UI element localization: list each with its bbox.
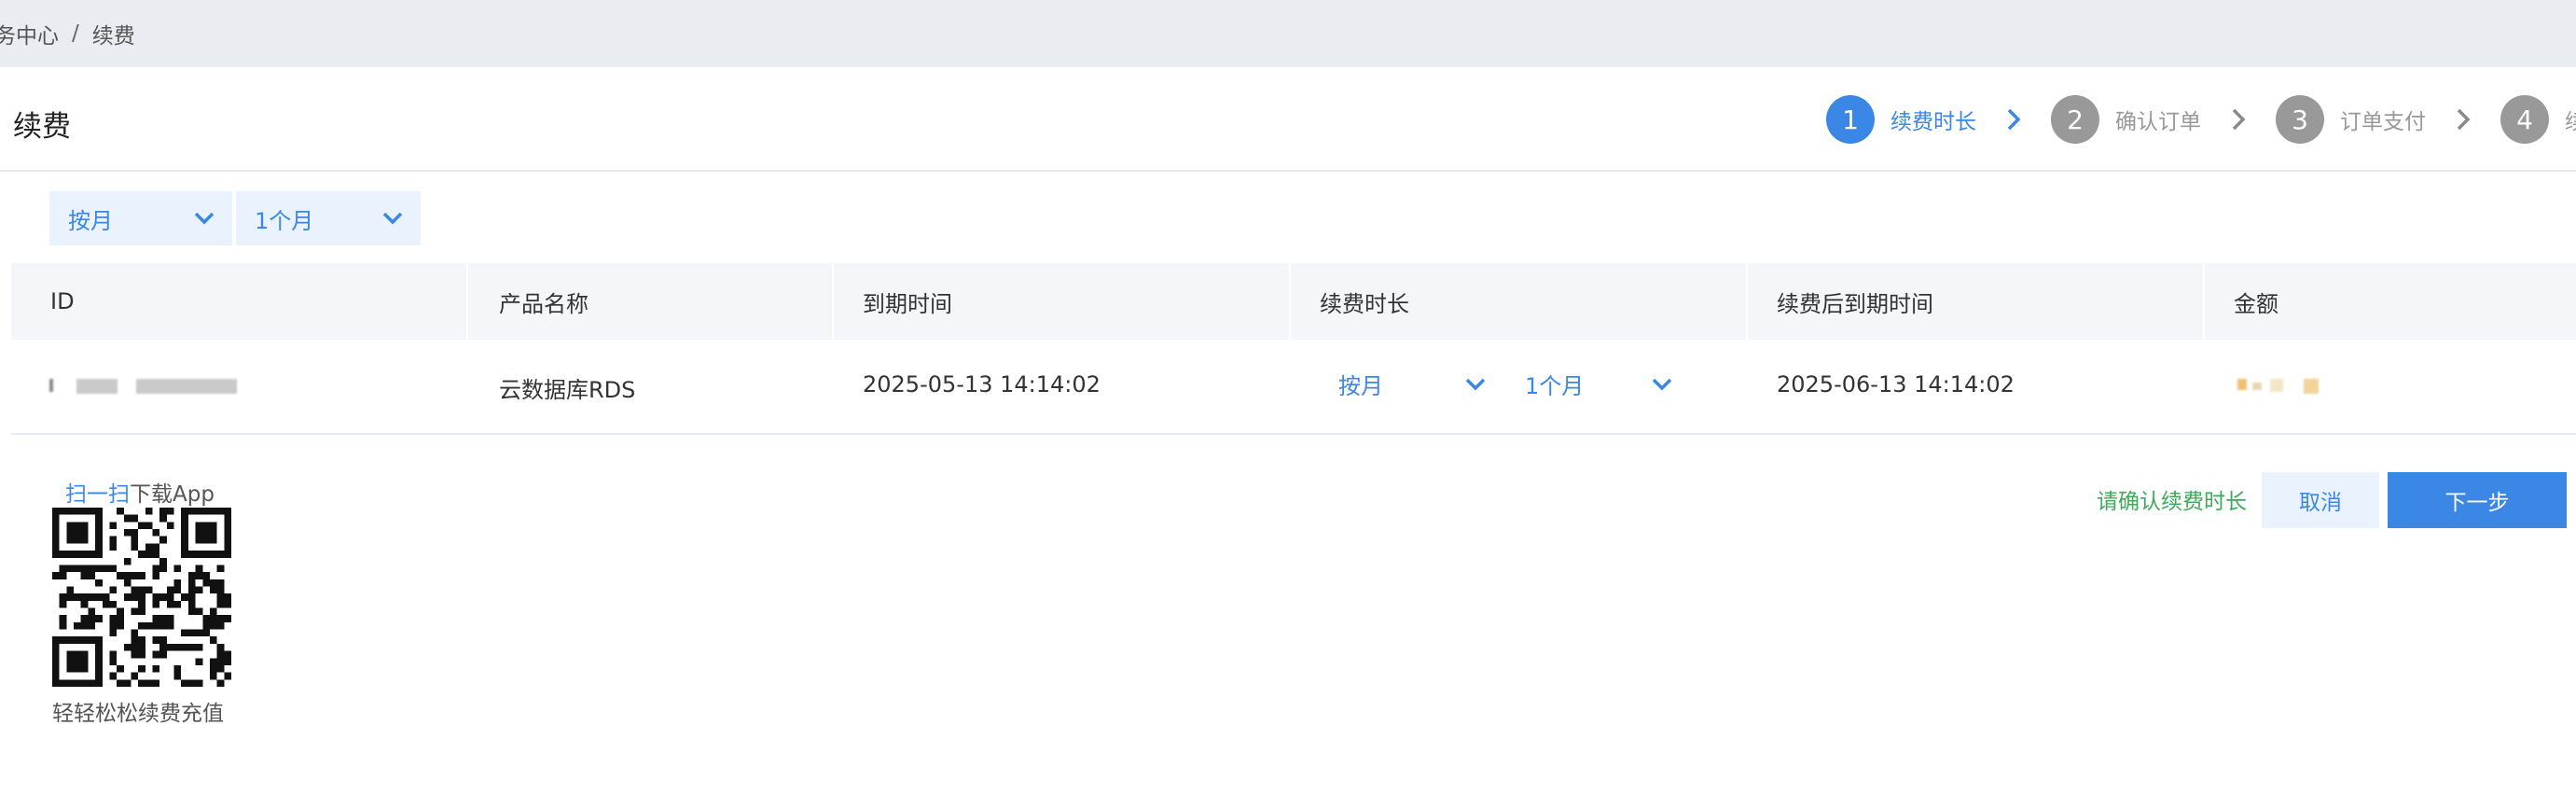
column-divider [1746, 263, 1748, 340]
step-3: 3 订单支付 [2276, 95, 2426, 144]
step-2-number: 2 [2051, 95, 2099, 144]
download-app-label: 下载App [130, 482, 215, 507]
breadcrumb-parent[interactable]: 务中心 [0, 18, 59, 49]
product-name: 云数据库RDS [499, 377, 636, 403]
row-renew-length-value: 1个月 [1525, 373, 1585, 399]
chevron-down-icon [1652, 378, 1672, 391]
download-app-text: 扫一扫下载App [65, 476, 215, 508]
qr-caption: 轻轻松松续费充值 [52, 702, 224, 726]
chevron-down-icon [194, 212, 215, 225]
page-title: 续费 [13, 110, 71, 144]
col-header-renew-length: 续费时长 [1320, 290, 1409, 317]
renew-table: ID 产品名称 到期时间 续费时长 续费后到期时间 金额 云数据库RDS 202… [11, 263, 2576, 435]
breadcrumb-current: 续费 [91, 24, 135, 49]
table-header: ID 产品名称 到期时间 续费时长 续费后到期时间 金额 [11, 263, 2576, 340]
step-2-label: 确认订单 [2115, 110, 2201, 134]
qr-code [52, 508, 231, 687]
renew-length-value: 1个月 [255, 207, 314, 234]
step-3-label: 订单支付 [2340, 110, 2426, 134]
table-row: 云数据库RDS 2025-05-13 14:14:02 按月 1个月 2025-… [11, 340, 2576, 435]
scan-link[interactable]: 扫一扫 [65, 482, 130, 507]
breadcrumb-separator: / [72, 21, 79, 46]
column-divider [466, 263, 468, 340]
steps-bar: 1 续费时长 2 确认订单 3 订单支付 4 续费成功 [1826, 93, 2576, 146]
breadcrumb: 务中心 / 续费 [0, 0, 2576, 67]
step-1: 1 续费时长 [1826, 95, 1976, 144]
cancel-button[interactable]: 取消 [2262, 472, 2379, 528]
col-header-expire: 到期时间 [863, 290, 952, 317]
column-divider [1289, 263, 1291, 340]
chevron-down-icon [382, 212, 403, 225]
step-3-number: 3 [2276, 95, 2324, 144]
col-header-amount: 金额 [2234, 290, 2278, 317]
chevron-right-icon [2225, 106, 2251, 132]
expire-time: 2025-05-13 14:14:02 [863, 371, 1101, 398]
step-1-number: 1 [1826, 95, 1875, 144]
billing-unit-value: 按月 [68, 207, 113, 234]
page-header: 续费 1 续费时长 2 确认订单 3 订单支付 4 续费成功 [0, 67, 2576, 172]
column-divider [2203, 263, 2205, 340]
step-1-label: 续费时长 [1890, 110, 1976, 134]
billing-unit-select[interactable]: 按月 [49, 191, 232, 245]
confirm-message: 请确认续费时长 [2097, 490, 2247, 514]
step-4: 4 续费成功 [2500, 95, 2576, 144]
new-expire-time: 2025-06-13 14:14:02 [1777, 371, 2015, 398]
col-header-id: ID [50, 288, 75, 314]
step-2: 2 确认订单 [2051, 95, 2201, 144]
row-billing-unit-value: 按月 [1338, 373, 1383, 399]
step-4-label: 续费成功 [2565, 110, 2576, 134]
next-step-button[interactable]: 下一步 [2388, 472, 2567, 528]
chevron-down-icon [1465, 378, 1486, 391]
col-header-product: 产品名称 [499, 290, 589, 317]
renew-length-select[interactable]: 1个月 [236, 191, 421, 245]
step-4-number: 4 [2500, 95, 2549, 144]
chevron-right-icon [2001, 106, 2027, 132]
col-header-new-expire: 续费后到期时间 [1777, 290, 1933, 317]
column-divider [832, 263, 834, 340]
chevron-right-icon [2450, 106, 2476, 132]
